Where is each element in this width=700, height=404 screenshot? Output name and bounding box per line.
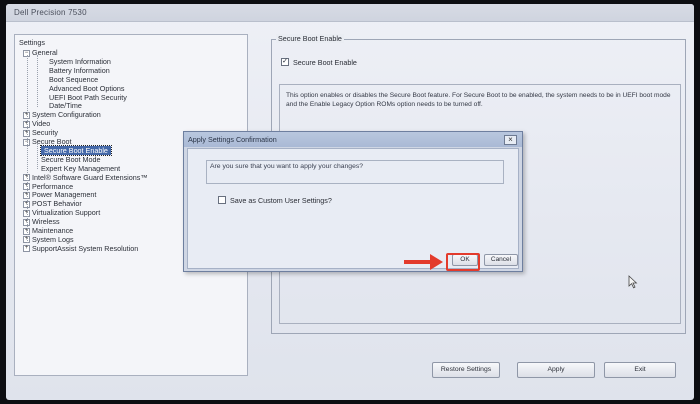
tree-item[interactable]: + Security bbox=[23, 128, 58, 137]
tree-item-label: Wireless bbox=[32, 217, 60, 227]
ok-highlight-box bbox=[446, 253, 480, 271]
question-box: Are you sure that you want to apply your… bbox=[206, 160, 504, 184]
tree-item[interactable]: + System Logs bbox=[23, 235, 74, 244]
apply-button[interactable]: Apply bbox=[517, 362, 595, 378]
tree-item-label: Secure Boot Mode bbox=[41, 154, 101, 164]
tree-title: Settings bbox=[19, 38, 45, 47]
tree-item[interactable]: Expert Key Management bbox=[41, 164, 120, 173]
restore-settings-button[interactable]: Restore Settings bbox=[432, 362, 500, 378]
tree-item[interactable]: + Intel® Software Guard Extensions™ bbox=[23, 173, 148, 182]
tree-item[interactable]: + Wireless bbox=[23, 217, 60, 226]
tree-item[interactable]: Advanced Boot Options bbox=[49, 84, 125, 93]
save-custom-settings-checkbox[interactable] bbox=[218, 196, 226, 204]
tree-item-label: POST Behavior bbox=[32, 199, 82, 209]
tree-item-label: Date/Time bbox=[49, 101, 82, 111]
tree-item-label: UEFI Boot Path Security bbox=[49, 92, 127, 102]
tree-item-label: Power Management bbox=[32, 190, 97, 200]
tree-guide-line bbox=[27, 55, 28, 243]
tree-item-label: Maintenance bbox=[32, 226, 74, 235]
tree-guide-line bbox=[37, 144, 38, 169]
tree-item[interactable]: + Performance bbox=[23, 182, 73, 191]
tree-guide-line bbox=[37, 55, 38, 107]
tree-item-label: Video bbox=[32, 119, 51, 129]
tree-item-label: Boot Sequence bbox=[49, 74, 99, 84]
secure-boot-enable-label: Secure Boot Enable bbox=[293, 58, 357, 67]
dialog-body: Are you sure that you want to apply your… bbox=[187, 148, 519, 269]
tree-item-label: Virtualization Support bbox=[32, 208, 101, 218]
tree-item[interactable]: + Maintenance bbox=[23, 226, 73, 235]
red-arrow-icon bbox=[404, 260, 432, 264]
tree-item[interactable]: − General bbox=[23, 48, 58, 57]
expand-icon[interactable]: + bbox=[23, 245, 30, 253]
tree-item[interactable]: + System Configuration bbox=[23, 110, 101, 119]
apply-settings-dialog: Apply Settings Confirmation × Are you su… bbox=[183, 131, 523, 272]
tree-item[interactable]: − Secure Boot bbox=[23, 137, 72, 146]
tree-item-label: Security bbox=[32, 128, 58, 138]
tree-item-label: Intel® Software Guard Extensions™ bbox=[32, 172, 148, 182]
tree-item[interactable]: + Virtualization Support bbox=[23, 208, 100, 217]
tree-item[interactable]: Boot Sequence bbox=[49, 75, 98, 84]
tree-item[interactable]: System Information bbox=[49, 57, 111, 66]
tree-item-label: Advanced Boot Options bbox=[49, 83, 125, 93]
secure-boot-enable-checkbox[interactable]: ✓ bbox=[281, 58, 289, 66]
tree-item-label: Battery Information bbox=[49, 65, 110, 75]
tree-item[interactable]: UEFI Boot Path Security bbox=[49, 93, 127, 102]
tree-item-label: Secure Boot Enable bbox=[40, 144, 112, 156]
tree-item-label: Performance bbox=[32, 181, 74, 191]
tree-item-label: Expert Key Management bbox=[41, 163, 121, 173]
tree-item-label: General bbox=[32, 48, 58, 57]
tree-item[interactable]: + SupportAssist System Resolution bbox=[23, 244, 138, 253]
group-title: Secure Boot Enable bbox=[276, 34, 344, 43]
cancel-button[interactable]: Cancel bbox=[484, 254, 518, 266]
tree-item[interactable]: Date/Time bbox=[49, 101, 82, 110]
close-icon[interactable]: × bbox=[504, 135, 517, 145]
tree-item-label: System Information bbox=[49, 56, 111, 66]
dialog-title: Apply Settings Confirmation bbox=[184, 132, 522, 147]
tree-item[interactable]: Secure Boot Enable bbox=[40, 144, 112, 156]
tree-item[interactable]: + Power Management bbox=[23, 190, 96, 199]
window-title: Dell Precision 7530 bbox=[6, 4, 694, 22]
description-text: This option enables or disables the Secu… bbox=[286, 92, 671, 108]
red-arrow-head-icon bbox=[430, 254, 443, 270]
tree-item-label: SupportAssist System Resolution bbox=[32, 243, 139, 253]
tree-item[interactable]: Secure Boot Mode bbox=[41, 155, 101, 164]
save-custom-settings-label: Save as Custom User Settings? bbox=[230, 196, 332, 205]
tree-item-label: System Configuration bbox=[32, 110, 101, 120]
tree-item-label: System Logs bbox=[32, 234, 74, 244]
tree-item[interactable]: Battery Information bbox=[49, 66, 110, 75]
mouse-cursor-icon bbox=[628, 275, 638, 289]
exit-button[interactable]: Exit bbox=[604, 362, 676, 378]
tree-item[interactable]: + POST Behavior bbox=[23, 199, 82, 208]
question-text: Are you sure that you want to apply your… bbox=[210, 163, 364, 170]
